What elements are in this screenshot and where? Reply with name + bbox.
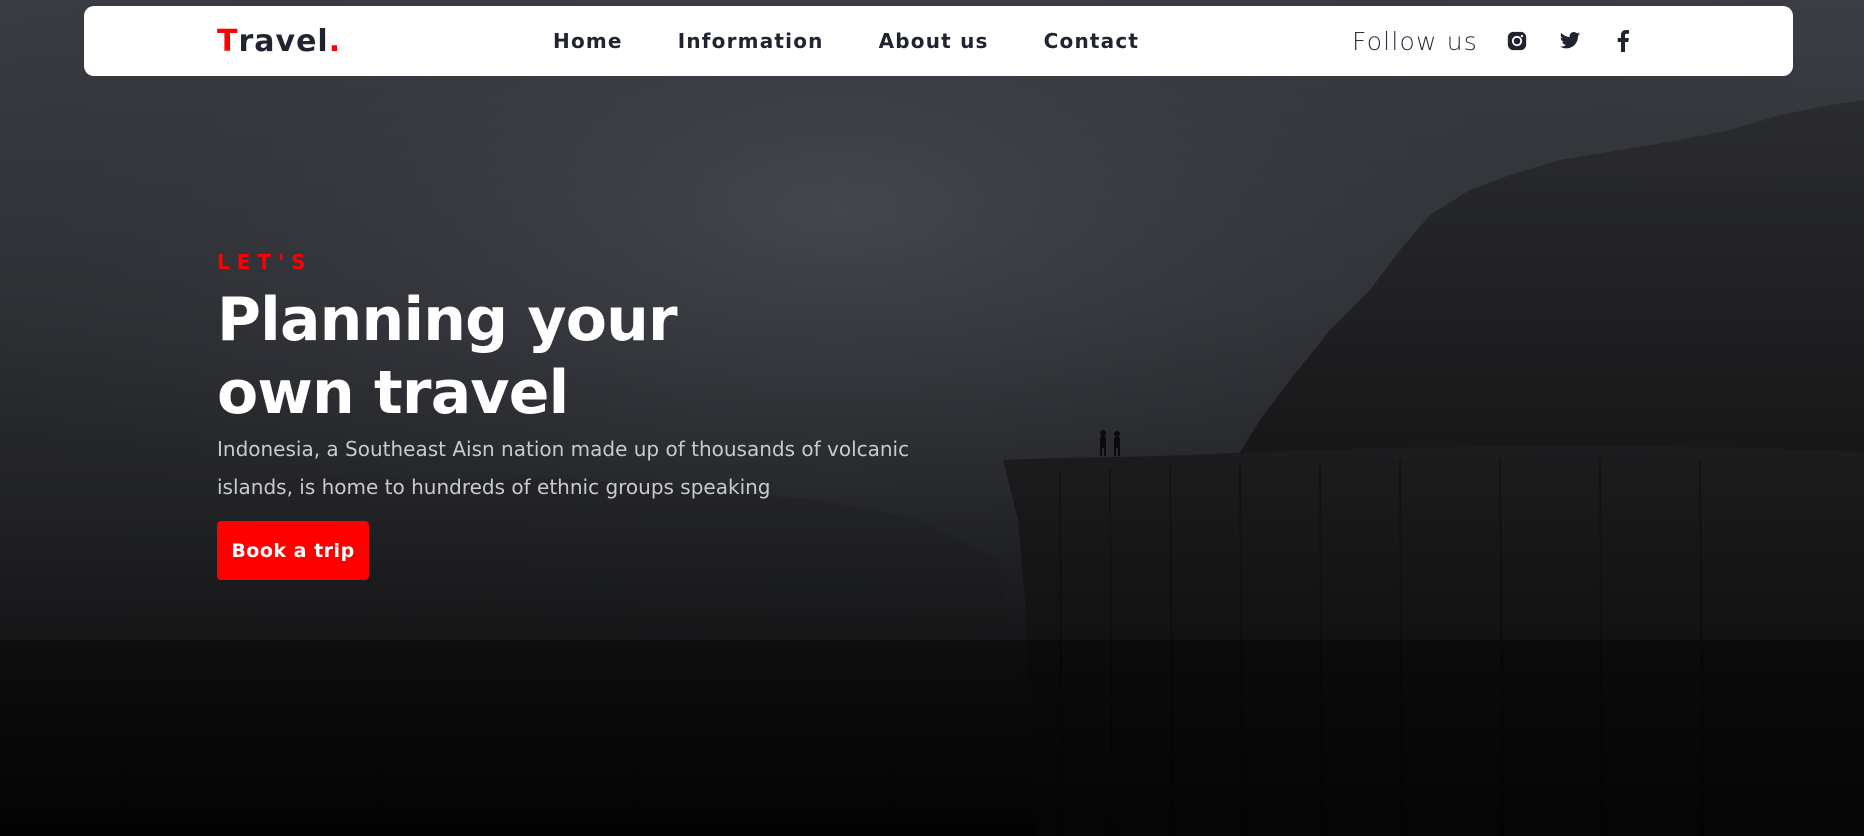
nav-link-information[interactable]: Information bbox=[678, 29, 824, 53]
hero-description-line-2: islands, is home to hundreds of ethnic g… bbox=[217, 475, 771, 499]
nav-link-home[interactable]: Home bbox=[553, 29, 623, 53]
twitter-icon[interactable] bbox=[1557, 28, 1583, 54]
hero-headline-line-2: own travel bbox=[217, 358, 569, 428]
hero-eyebrow: LET'S bbox=[217, 250, 313, 274]
brand-logo-text: ravel bbox=[238, 23, 329, 59]
social-follow: Follow us bbox=[1352, 6, 1663, 76]
brand-logo-dot: . bbox=[328, 23, 342, 59]
navbar: Travel. Home Information About us Contac… bbox=[84, 6, 1793, 76]
hero-section: LET'S Planning your own travel Indonesia… bbox=[217, 250, 957, 580]
nav-link-about-us[interactable]: About us bbox=[879, 29, 989, 53]
brand-logo-initial: T bbox=[217, 23, 239, 59]
facebook-icon[interactable] bbox=[1610, 28, 1636, 54]
instagram-icon[interactable] bbox=[1504, 28, 1530, 54]
hero-headline-line-1: Planning your bbox=[217, 285, 678, 355]
follow-us-label: Follow us bbox=[1352, 26, 1479, 56]
hero-headline: Planning your own travel bbox=[217, 284, 957, 430]
hero-description: Indonesia, a Southeast Aisn nation made … bbox=[217, 430, 957, 506]
nav-link-contact[interactable]: Contact bbox=[1044, 29, 1140, 53]
book-a-trip-button[interactable]: Book a trip bbox=[217, 521, 369, 580]
brand-logo[interactable]: Travel. bbox=[217, 6, 341, 76]
main-nav: Home Information About us Contact bbox=[553, 6, 1194, 76]
hero-description-line-1: Indonesia, a Southeast Aisn nation made … bbox=[217, 437, 910, 461]
